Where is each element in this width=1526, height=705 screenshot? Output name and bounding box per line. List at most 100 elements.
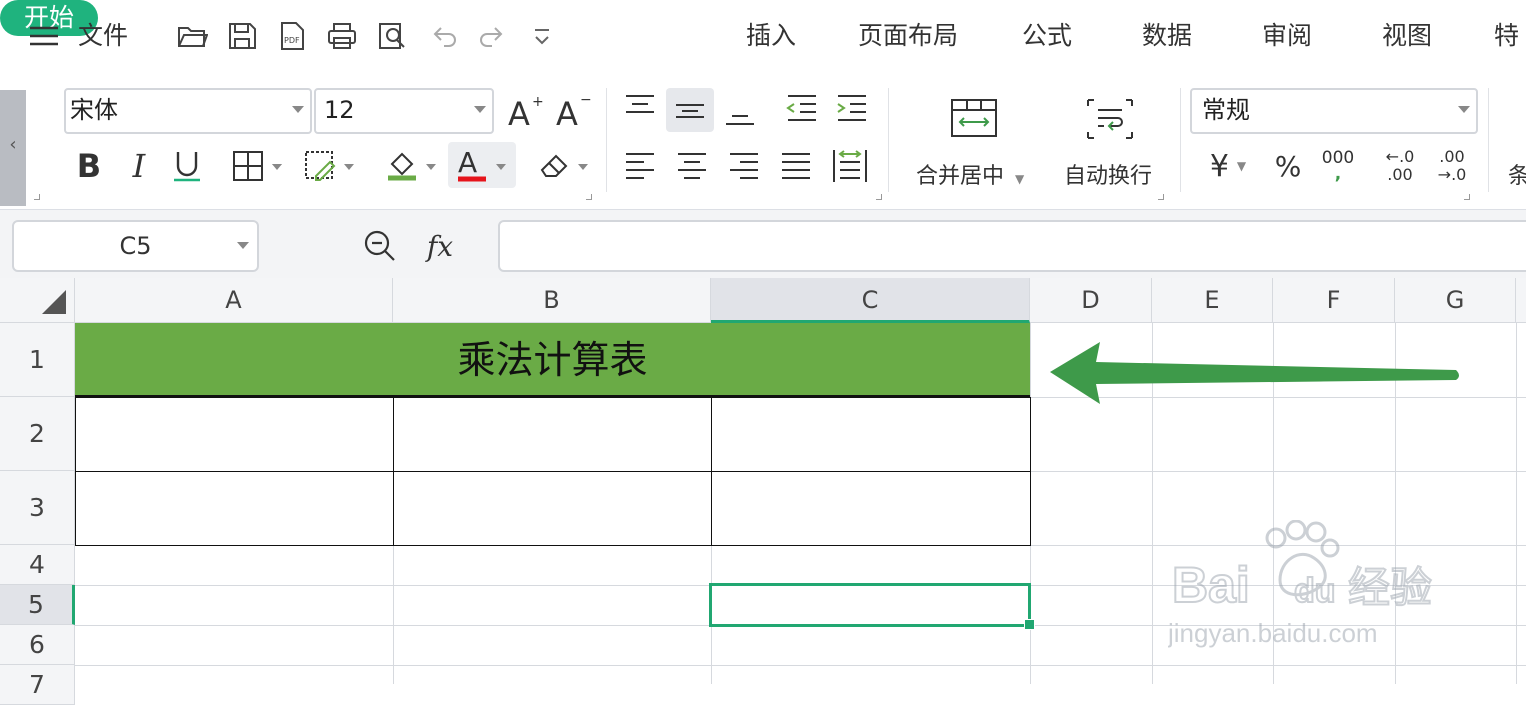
wrap-text-button[interactable]: 自动换行: [1064, 158, 1152, 190]
column-header-a[interactable]: A: [75, 278, 393, 323]
increase-font-size-icon[interactable]: A +: [506, 92, 546, 132]
select-all-corner[interactable]: [0, 278, 75, 323]
conditional-format-button[interactable]: 条: [1508, 158, 1526, 190]
formula-input[interactable]: [498, 220, 1526, 272]
merge-group-launcher-icon[interactable]: [1158, 194, 1164, 200]
print-preview-icon[interactable]: [376, 20, 408, 52]
tab-view[interactable]: 视图: [1382, 20, 1432, 52]
increase-decimal-icon[interactable]: ←.0 .00: [1378, 144, 1422, 188]
column-header-f[interactable]: F: [1273, 278, 1395, 323]
merge-center-icon[interactable]: [950, 96, 998, 140]
export-pdf-icon[interactable]: PDF: [276, 20, 308, 52]
row-header-2[interactable]: 2: [0, 397, 75, 471]
tab-data[interactable]: 数据: [1142, 20, 1192, 52]
cell-c3[interactable]: [711, 471, 1031, 546]
cell-c5-selection[interactable]: [709, 583, 1031, 627]
separator: [1488, 88, 1489, 192]
clear-format-icon[interactable]: [536, 148, 596, 184]
font-group-launcher-icon[interactable]: [586, 194, 592, 200]
column-header-h[interactable]: [1516, 278, 1526, 323]
align-top-icon[interactable]: [620, 92, 660, 126]
fill-handle[interactable]: [1024, 619, 1035, 630]
save-icon[interactable]: [226, 20, 258, 52]
align-left-icon[interactable]: [620, 148, 660, 182]
print-icon[interactable]: [326, 20, 358, 52]
redo-icon[interactable]: [476, 20, 508, 52]
collapse-left-icon[interactable]: ‹: [0, 90, 26, 206]
hamburger-menu-icon[interactable]: [30, 26, 58, 46]
menu-bar: 文件 PDF 开始 插入 页面布局 公式 数据 审阅 视图 特: [0, 0, 1526, 72]
tab-features[interactable]: 特: [1494, 20, 1519, 52]
decrease-font-size-icon[interactable]: A −: [554, 92, 594, 132]
column-header-d[interactable]: D: [1030, 278, 1152, 323]
merge-center-button[interactable]: 合并居中 ▼: [916, 158, 1024, 190]
cell-c2[interactable]: [711, 397, 1031, 472]
currency-symbol: ¥: [1209, 148, 1229, 184]
svg-text:Bai: Bai: [1172, 557, 1250, 613]
merge-center-dropdown-icon: ▼: [1015, 172, 1025, 186]
separator: [1180, 88, 1181, 192]
thousands-separator-icon[interactable]: 000 ,: [1318, 144, 1358, 188]
column-header-e[interactable]: E: [1152, 278, 1273, 323]
file-menu[interactable]: 文件: [78, 20, 128, 52]
wrap-text-icon[interactable]: [1086, 98, 1134, 140]
name-box[interactable]: C5: [12, 220, 259, 272]
column-header-g[interactable]: G: [1395, 278, 1516, 323]
svg-text:−: −: [580, 92, 592, 108]
font-size-select[interactable]: 12: [314, 88, 494, 134]
decrease-indent-icon[interactable]: [782, 92, 822, 126]
customize-dropdown-icon[interactable]: [526, 20, 558, 52]
cell-style-icon[interactable]: [302, 148, 362, 184]
cell-b3[interactable]: [393, 471, 712, 546]
number-group-launcher-icon[interactable]: [1464, 194, 1470, 200]
align-center-icon[interactable]: [672, 148, 712, 182]
cell-b2[interactable]: [393, 397, 712, 472]
increase-decimal-bottom: .00: [1387, 165, 1413, 184]
underline-icon[interactable]: [170, 148, 204, 184]
column-header-c[interactable]: C: [711, 278, 1030, 323]
cell-a2[interactable]: [75, 397, 394, 472]
bold-icon[interactable]: B: [72, 147, 106, 185]
tab-review[interactable]: 审阅: [1262, 20, 1312, 52]
fill-color-icon[interactable]: [384, 148, 444, 184]
baidu-watermark: Bai du 经验 jingyan.baidu.com: [1167, 519, 1458, 660]
font-name-select[interactable]: 宋体: [64, 88, 312, 134]
tab-page-layout[interactable]: 页面布局: [858, 20, 958, 52]
font-color-icon[interactable]: A: [448, 142, 516, 188]
merged-title-cell[interactable]: 乘法计算表: [75, 323, 1030, 397]
row-header-3[interactable]: 3: [0, 471, 75, 545]
insert-function-icon[interactable]: fx: [418, 226, 462, 266]
clipboard-group-launcher-icon[interactable]: [34, 194, 40, 200]
row-header-6[interactable]: 6: [0, 625, 75, 665]
row-header-4[interactable]: 4: [0, 545, 75, 585]
percent-icon[interactable]: %: [1268, 146, 1308, 186]
separator: [888, 88, 889, 192]
thousands-bottom: ,: [1334, 164, 1342, 184]
column-header-b[interactable]: B: [393, 278, 711, 323]
distributed-align-icon[interactable]: [830, 148, 870, 182]
alignment-group-launcher-icon[interactable]: [876, 194, 882, 200]
row-header-7[interactable]: 7: [0, 665, 75, 705]
svg-text:A: A: [458, 146, 477, 179]
italic-icon[interactable]: I: [122, 147, 156, 185]
increase-indent-icon[interactable]: [832, 92, 872, 126]
baidu-watermark-logo: Bai du 经验 jingyan.baidu.com: [1167, 519, 1433, 648]
align-middle-icon[interactable]: [666, 88, 714, 132]
align-right-icon[interactable]: [724, 148, 764, 182]
number-format-select[interactable]: 常规: [1190, 88, 1478, 134]
tab-insert[interactable]: 插入: [746, 20, 796, 52]
currency-icon[interactable]: ¥ ▼: [1198, 146, 1258, 186]
undo-icon[interactable]: [428, 20, 460, 52]
decrease-decimal-icon[interactable]: .00 →.0: [1430, 144, 1474, 188]
open-folder-icon[interactable]: [176, 20, 209, 52]
ribbon-toolbar: ‹ 宋体 12 A + A − B I A 合并居中 ▼ 自动换行 常规 ¥ ▼…: [0, 72, 1526, 210]
cell-a3[interactable]: [75, 471, 394, 546]
align-bottom-icon[interactable]: [720, 94, 760, 128]
tab-formulas[interactable]: 公式: [1022, 20, 1072, 52]
justify-icon[interactable]: [776, 148, 816, 182]
borders-icon[interactable]: [230, 148, 290, 184]
row-header-1[interactable]: 1: [0, 323, 75, 397]
svg-text:+: +: [532, 94, 544, 110]
row-header-5[interactable]: 5: [0, 585, 75, 625]
zoom-icon[interactable]: [362, 228, 398, 264]
